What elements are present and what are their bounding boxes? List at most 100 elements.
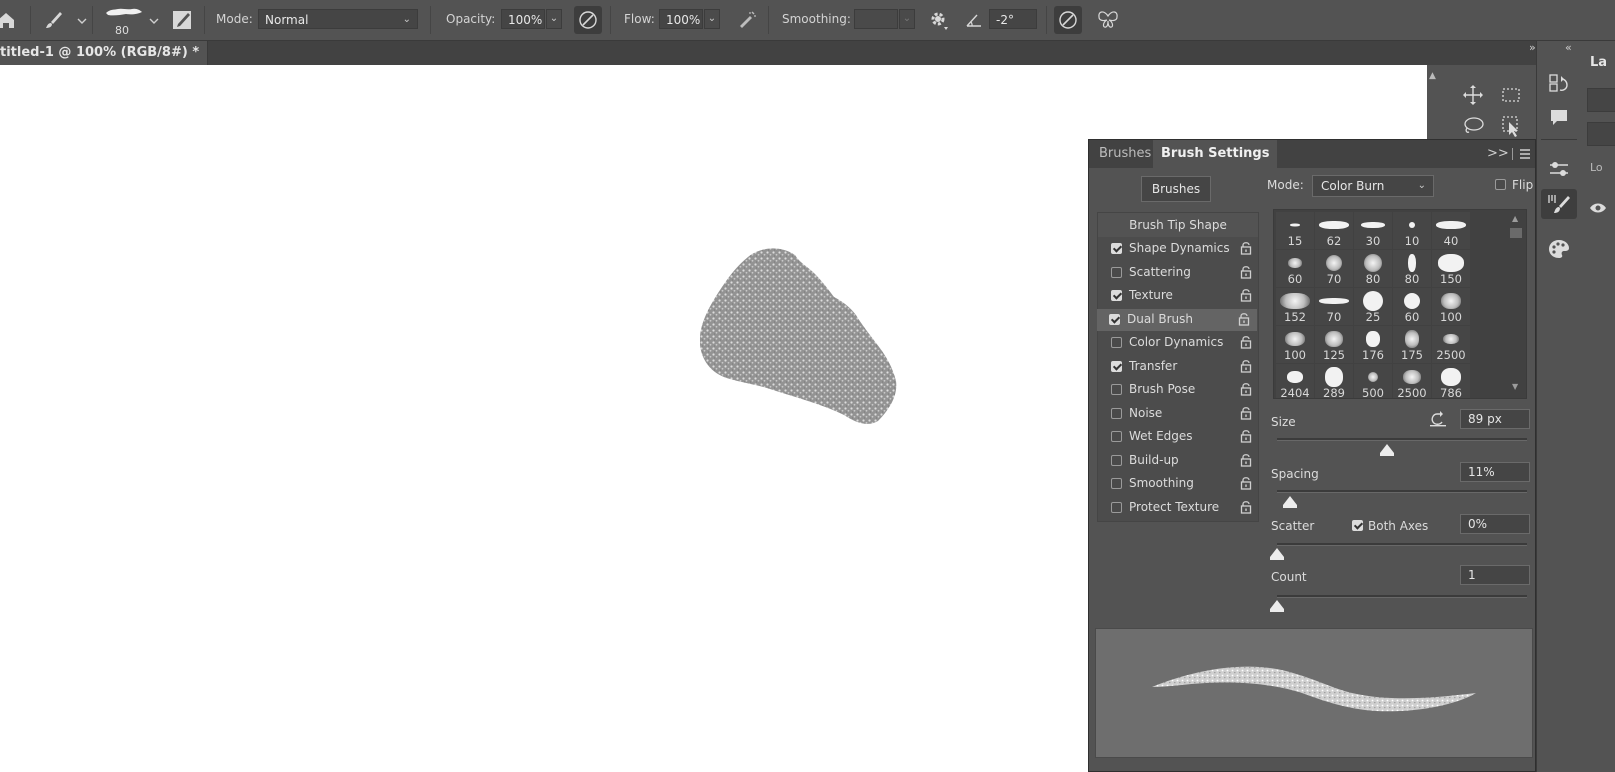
brush-option-row[interactable]: Wet Edges <box>1099 426 1259 448</box>
brush-option-checkbox[interactable] <box>1111 407 1122 419</box>
brush-preset-cell[interactable]: 786 <box>1432 364 1470 398</box>
flip-checkbox[interactable] <box>1495 179 1506 190</box>
both-axes-checkbox[interactable] <box>1352 520 1363 531</box>
collapse-panels-icon[interactable]: » <box>1529 41 1547 54</box>
grid-scroll-down-icon[interactable]: ▼ <box>1512 382 1518 391</box>
brush-option-checkbox[interactable] <box>1109 313 1120 325</box>
brush-preset-cell[interactable]: 150 <box>1432 250 1470 287</box>
brush-preset-cell[interactable]: 60 <box>1393 288 1431 325</box>
brush-preset-cell[interactable]: 70 <box>1315 288 1353 325</box>
double-chevron-icon[interactable]: >> <box>1487 146 1509 161</box>
brush-settings-panel-icon[interactable] <box>1541 189 1577 219</box>
brush-preset-cell[interactable]: 25 <box>1354 288 1392 325</box>
smoothing-chevron-icon[interactable]: ⌄ <box>899 9 915 29</box>
brushes-button[interactable]: Brushes <box>1141 176 1211 202</box>
chevron-down-icon[interactable] <box>68 6 87 34</box>
lock-icon[interactable] <box>1239 406 1253 420</box>
brush-preset-cell[interactable]: 152 <box>1276 288 1314 325</box>
scroll-up-icon[interactable]: ▲ <box>1429 71 1437 81</box>
brush-option-checkbox[interactable] <box>1111 384 1122 395</box>
flow-chevron-icon[interactable]: ⌄ <box>704 9 720 29</box>
layer-blend-select[interactable] <box>1587 122 1615 146</box>
brush-preset-cell[interactable]: 100 <box>1276 326 1314 363</box>
brush-preset-cell[interactable]: 40 <box>1432 212 1470 249</box>
symmetry-butterfly-icon[interactable] <box>1094 6 1122 34</box>
angle-input[interactable]: -2° <box>989 9 1037 29</box>
brush-tool-icon[interactable] <box>40 6 68 34</box>
brush-option-row[interactable]: Smoothing <box>1099 473 1259 495</box>
reset-size-icon[interactable] <box>1429 410 1447 428</box>
spacing-slider-thumb[interactable] <box>1282 496 1297 508</box>
count-input[interactable]: 1 <box>1460 565 1530 585</box>
lock-icon[interactable] <box>1239 382 1253 396</box>
brush-option-checkbox[interactable] <box>1111 266 1122 278</box>
chevron-down-icon[interactable] <box>140 6 159 34</box>
brush-preset-cell[interactable]: 15 <box>1276 212 1314 249</box>
lock-icon[interactable] <box>1239 359 1253 373</box>
brush-option-row[interactable]: Texture <box>1099 285 1259 307</box>
count-slider-track[interactable] <box>1277 595 1527 598</box>
brush-option-checkbox[interactable] <box>1111 243 1122 254</box>
lock-icon[interactable] <box>1239 476 1253 490</box>
spacing-input[interactable]: 11% <box>1460 462 1530 482</box>
brush-preset-cell[interactable]: 2404 <box>1276 364 1314 398</box>
adjustments-icon[interactable] <box>1545 155 1573 183</box>
smoothing-input[interactable] <box>854 9 898 29</box>
size-input[interactable]: 89 px <box>1460 409 1530 429</box>
mode-select[interactable]: Normal ⌄ <box>258 9 418 29</box>
brush-panel-toggle-icon[interactable] <box>168 6 196 34</box>
lock-icon[interactable] <box>1239 453 1253 467</box>
brush-preset-cell[interactable]: 80 <box>1393 250 1431 287</box>
brush-option-checkbox[interactable] <box>1111 454 1122 466</box>
brush-option-checkbox[interactable] <box>1111 337 1122 348</box>
pressure-size-icon[interactable] <box>1054 6 1082 34</box>
brush-option-row[interactable]: Transfer <box>1099 356 1259 378</box>
brush-tip-shape-item[interactable]: Brush Tip Shape <box>1098 213 1258 237</box>
brush-option-checkbox[interactable] <box>1111 501 1122 513</box>
brush-option-checkbox[interactable] <box>1111 478 1122 489</box>
tab-brushes[interactable]: Brushes <box>1091 140 1159 168</box>
tab-brush-settings[interactable]: Brush Settings <box>1153 140 1278 168</box>
brush-option-checkbox[interactable] <box>1111 360 1122 372</box>
brush-preset-cell[interactable]: 176 <box>1354 326 1392 363</box>
move-tool-icon[interactable] <box>1459 81 1487 109</box>
brush-option-checkbox[interactable] <box>1111 290 1122 301</box>
brush-option-row[interactable]: Shape Dynamics <box>1099 238 1259 260</box>
panel-menu-icon[interactable] <box>1519 148 1531 160</box>
brush-preset-cell[interactable]: 125 <box>1315 326 1353 363</box>
count-slider-thumb[interactable] <box>1270 600 1284 612</box>
brush-option-row[interactable]: Dual Brush <box>1097 308 1257 331</box>
brush-option-checkbox[interactable] <box>1111 431 1122 442</box>
size-slider-thumb[interactable] <box>1380 444 1394 456</box>
comments-icon[interactable] <box>1545 103 1573 131</box>
scatter-input[interactable]: 0% <box>1460 514 1530 534</box>
grid-scroll-up-icon[interactable]: ▲ <box>1512 214 1518 223</box>
history-icon[interactable] <box>1545 69 1573 97</box>
size-slider-track[interactable] <box>1277 438 1527 441</box>
brush-option-row[interactable]: Color Dynamics <box>1099 332 1259 354</box>
lock-icon[interactable] <box>1239 500 1253 514</box>
marquee-tool-icon[interactable] <box>1497 81 1525 109</box>
layer-visibility-eye-icon[interactable] <box>1588 201 1608 215</box>
home-icon[interactable] <box>0 6 20 34</box>
opacity-input[interactable]: 100% <box>501 9 545 29</box>
object-select-tool-icon[interactable] <box>1497 113 1525 139</box>
brush-preset-cell[interactable]: 62 <box>1315 212 1353 249</box>
lock-icon[interactable] <box>1239 335 1253 349</box>
spacing-slider-track[interactable] <box>1277 490 1527 493</box>
lock-icon[interactable] <box>1239 241 1253 255</box>
brush-preset-cell[interactable]: 80 <box>1354 250 1392 287</box>
scatter-slider-track[interactable] <box>1277 543 1527 546</box>
grid-scroll-thumb[interactable] <box>1510 228 1522 238</box>
brush-option-row[interactable]: Protect Texture <box>1099 497 1259 519</box>
layer-filter-select[interactable] <box>1587 88 1615 112</box>
lasso-tool-icon[interactable] <box>1459 113 1487 139</box>
brush-option-row[interactable]: Build-up <box>1099 450 1259 472</box>
opacity-chevron-icon[interactable]: ⌄ <box>546 9 562 29</box>
lock-icon[interactable] <box>1237 312 1251 326</box>
brush-preset-cell[interactable]: 30 <box>1354 212 1392 249</box>
lock-icon[interactable] <box>1239 288 1253 302</box>
brush-preset-cell[interactable]: 70 <box>1315 250 1353 287</box>
brush-preset-cell[interactable]: 2500 <box>1393 364 1431 398</box>
pressure-opacity-icon[interactable] <box>574 6 602 34</box>
